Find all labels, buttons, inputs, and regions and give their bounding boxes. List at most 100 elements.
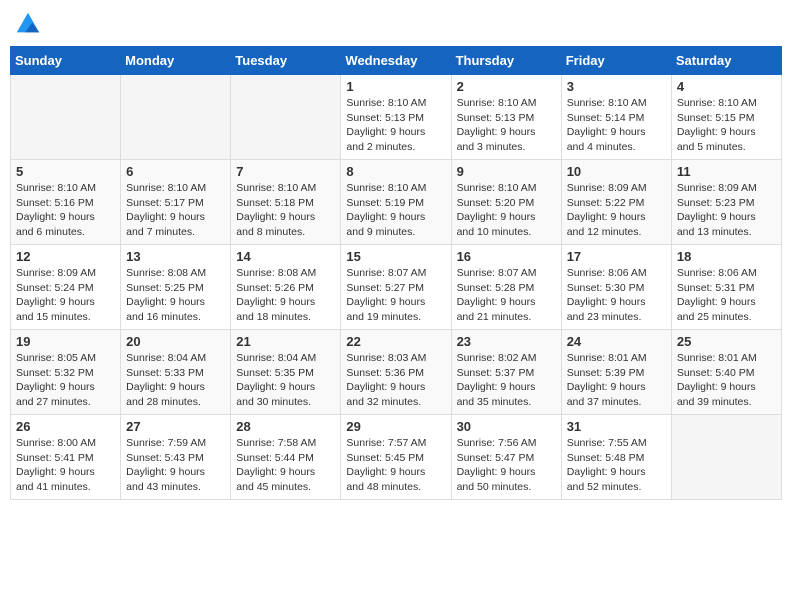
day-info: Sunrise: 8:10 AM Sunset: 5:18 PM Dayligh… — [236, 181, 335, 240]
day-info: Sunrise: 8:08 AM Sunset: 5:26 PM Dayligh… — [236, 266, 335, 325]
day-number: 29 — [346, 419, 445, 434]
week-row-2: 5 Sunrise: 8:10 AM Sunset: 5:16 PM Daylig… — [11, 160, 782, 245]
day-info: Sunrise: 8:03 AM Sunset: 5:36 PM Dayligh… — [346, 351, 445, 410]
day-number: 19 — [16, 334, 115, 349]
day-number: 18 — [677, 249, 776, 264]
day-info: Sunrise: 8:10 AM Sunset: 5:14 PM Dayligh… — [567, 96, 666, 155]
day-info: Sunrise: 8:05 AM Sunset: 5:32 PM Dayligh… — [16, 351, 115, 410]
day-cell-29: 29 Sunrise: 7:57 AM Sunset: 5:45 PM Dayli… — [341, 415, 451, 500]
day-info: Sunrise: 8:00 AM Sunset: 5:41 PM Dayligh… — [16, 436, 115, 495]
day-number: 23 — [457, 334, 556, 349]
day-cell-13: 13 Sunrise: 8:08 AM Sunset: 5:25 PM Dayli… — [121, 245, 231, 330]
day-number: 13 — [126, 249, 225, 264]
day-number: 24 — [567, 334, 666, 349]
day-number: 6 — [126, 164, 225, 179]
day-cell-20: 20Sunrise: 8:04 AM Sunset: 5:33 PM Dayli… — [121, 330, 231, 415]
day-cell-27: 27 Sunrise: 7:59 AM Sunset: 5:43 PM Dayli… — [121, 415, 231, 500]
day-cell-21: 21 Sunrise: 8:04 AM Sunset: 5:35 PM Dayli… — [231, 330, 341, 415]
day-info: Sunrise: 8:09 AM Sunset: 5:23 PM Dayligh… — [677, 181, 776, 240]
day-number: 5 — [16, 164, 115, 179]
day-cell-11: 11 Sunrise: 8:09 AM Sunset: 5:23 PM Dayli… — [671, 160, 781, 245]
day-number: 26 — [16, 419, 115, 434]
day-number: 9 — [457, 164, 556, 179]
weekday-header-friday: Friday — [561, 47, 671, 75]
day-number: 10 — [567, 164, 666, 179]
day-cell-17: 17 Sunrise: 8:06 AM Sunset: 5:30 PM Dayli… — [561, 245, 671, 330]
day-cell-1: 1 Sunrise: 8:10 AM Sunset: 5:13 PM Daylig… — [341, 75, 451, 160]
day-number: 14 — [236, 249, 335, 264]
weekday-header-monday: Monday — [121, 47, 231, 75]
weekday-header-row: SundayMondayTuesdayWednesdayThursdayFrid… — [11, 47, 782, 75]
day-info: Sunrise: 7:58 AM Sunset: 5:44 PM Dayligh… — [236, 436, 335, 495]
day-info: Sunrise: 8:10 AM Sunset: 5:13 PM Dayligh… — [346, 96, 445, 155]
day-cell-12: 12Sunrise: 8:09 AM Sunset: 5:24 PM Dayli… — [11, 245, 121, 330]
day-cell-30: 30 Sunrise: 7:56 AM Sunset: 5:47 PM Dayli… — [451, 415, 561, 500]
day-info: Sunrise: 8:07 AM Sunset: 5:27 PM Dayligh… — [346, 266, 445, 325]
day-info: Sunrise: 7:55 AM Sunset: 5:48 PM Dayligh… — [567, 436, 666, 495]
day-cell-22: 22 Sunrise: 8:03 AM Sunset: 5:36 PM Dayli… — [341, 330, 451, 415]
day-number: 22 — [346, 334, 445, 349]
day-info: Sunrise: 8:08 AM Sunset: 5:25 PM Dayligh… — [126, 266, 225, 325]
day-number: 2 — [457, 79, 556, 94]
day-cell-3: 3 Sunrise: 8:10 AM Sunset: 5:14 PM Daylig… — [561, 75, 671, 160]
day-info: Sunrise: 7:56 AM Sunset: 5:47 PM Dayligh… — [457, 436, 556, 495]
day-number: 31 — [567, 419, 666, 434]
day-number: 25 — [677, 334, 776, 349]
logo-icon — [14, 10, 42, 38]
day-info: Sunrise: 8:04 AM Sunset: 5:33 PM Dayligh… — [126, 351, 225, 410]
day-number: 30 — [457, 419, 556, 434]
day-info: Sunrise: 8:06 AM Sunset: 5:30 PM Dayligh… — [567, 266, 666, 325]
day-cell-9: 9 Sunrise: 8:10 AM Sunset: 5:20 PM Daylig… — [451, 160, 561, 245]
day-number: 17 — [567, 249, 666, 264]
day-info: Sunrise: 8:07 AM Sunset: 5:28 PM Dayligh… — [457, 266, 556, 325]
day-cell-10: 10 Sunrise: 8:09 AM Sunset: 5:22 PM Dayli… — [561, 160, 671, 245]
empty-cell — [231, 75, 341, 160]
day-info: Sunrise: 7:59 AM Sunset: 5:43 PM Dayligh… — [126, 436, 225, 495]
day-info: Sunrise: 8:02 AM Sunset: 5:37 PM Dayligh… — [457, 351, 556, 410]
day-info: Sunrise: 8:04 AM Sunset: 5:35 PM Dayligh… — [236, 351, 335, 410]
day-cell-23: 23 Sunrise: 8:02 AM Sunset: 5:37 PM Dayli… — [451, 330, 561, 415]
week-row-3: 12Sunrise: 8:09 AM Sunset: 5:24 PM Dayli… — [11, 245, 782, 330]
day-cell-15: 15 Sunrise: 8:07 AM Sunset: 5:27 PM Dayli… — [341, 245, 451, 330]
day-info: Sunrise: 7:57 AM Sunset: 5:45 PM Dayligh… — [346, 436, 445, 495]
weekday-header-saturday: Saturday — [671, 47, 781, 75]
weekday-header-wednesday: Wednesday — [341, 47, 451, 75]
empty-cell — [121, 75, 231, 160]
day-number: 11 — [677, 164, 776, 179]
day-cell-19: 19 Sunrise: 8:05 AM Sunset: 5:32 PM Dayli… — [11, 330, 121, 415]
day-info: Sunrise: 8:06 AM Sunset: 5:31 PM Dayligh… — [677, 266, 776, 325]
day-number: 16 — [457, 249, 556, 264]
week-row-1: 1 Sunrise: 8:10 AM Sunset: 5:13 PM Daylig… — [11, 75, 782, 160]
day-cell-6: 6Sunrise: 8:10 AM Sunset: 5:17 PM Daylig… — [121, 160, 231, 245]
day-cell-16: 16 Sunrise: 8:07 AM Sunset: 5:28 PM Dayli… — [451, 245, 561, 330]
day-info: Sunrise: 8:10 AM Sunset: 5:15 PM Dayligh… — [677, 96, 776, 155]
empty-cell — [671, 415, 781, 500]
weekday-header-tuesday: Tuesday — [231, 47, 341, 75]
weekday-header-sunday: Sunday — [11, 47, 121, 75]
day-number: 28 — [236, 419, 335, 434]
day-cell-8: 8Sunrise: 8:10 AM Sunset: 5:19 PM Daylig… — [341, 160, 451, 245]
calendar-table: SundayMondayTuesdayWednesdayThursdayFrid… — [10, 46, 782, 500]
empty-cell — [11, 75, 121, 160]
day-info: Sunrise: 8:01 AM Sunset: 5:39 PM Dayligh… — [567, 351, 666, 410]
day-cell-24: 24 Sunrise: 8:01 AM Sunset: 5:39 PM Dayli… — [561, 330, 671, 415]
day-number: 27 — [126, 419, 225, 434]
day-info: Sunrise: 8:09 AM Sunset: 5:22 PM Dayligh… — [567, 181, 666, 240]
day-cell-25: 25Sunrise: 8:01 AM Sunset: 5:40 PM Dayli… — [671, 330, 781, 415]
day-info: Sunrise: 8:10 AM Sunset: 5:16 PM Dayligh… — [16, 181, 115, 240]
day-number: 3 — [567, 79, 666, 94]
day-number: 1 — [346, 79, 445, 94]
day-cell-18: 18 Sunrise: 8:06 AM Sunset: 5:31 PM Dayli… — [671, 245, 781, 330]
day-info: Sunrise: 8:10 AM Sunset: 5:20 PM Dayligh… — [457, 181, 556, 240]
day-number: 21 — [236, 334, 335, 349]
day-number: 15 — [346, 249, 445, 264]
day-info: Sunrise: 8:09 AM Sunset: 5:24 PM Dayligh… — [16, 266, 115, 325]
week-row-5: 26 Sunrise: 8:00 AM Sunset: 5:41 PM Dayli… — [11, 415, 782, 500]
day-cell-4: 4 Sunrise: 8:10 AM Sunset: 5:15 PM Daylig… — [671, 75, 781, 160]
logo — [14, 10, 46, 38]
day-cell-31: 31 Sunrise: 7:55 AM Sunset: 5:48 PM Dayli… — [561, 415, 671, 500]
page-header — [10, 10, 782, 38]
day-number: 4 — [677, 79, 776, 94]
day-cell-5: 5 Sunrise: 8:10 AM Sunset: 5:16 PM Daylig… — [11, 160, 121, 245]
day-cell-26: 26 Sunrise: 8:00 AM Sunset: 5:41 PM Dayli… — [11, 415, 121, 500]
